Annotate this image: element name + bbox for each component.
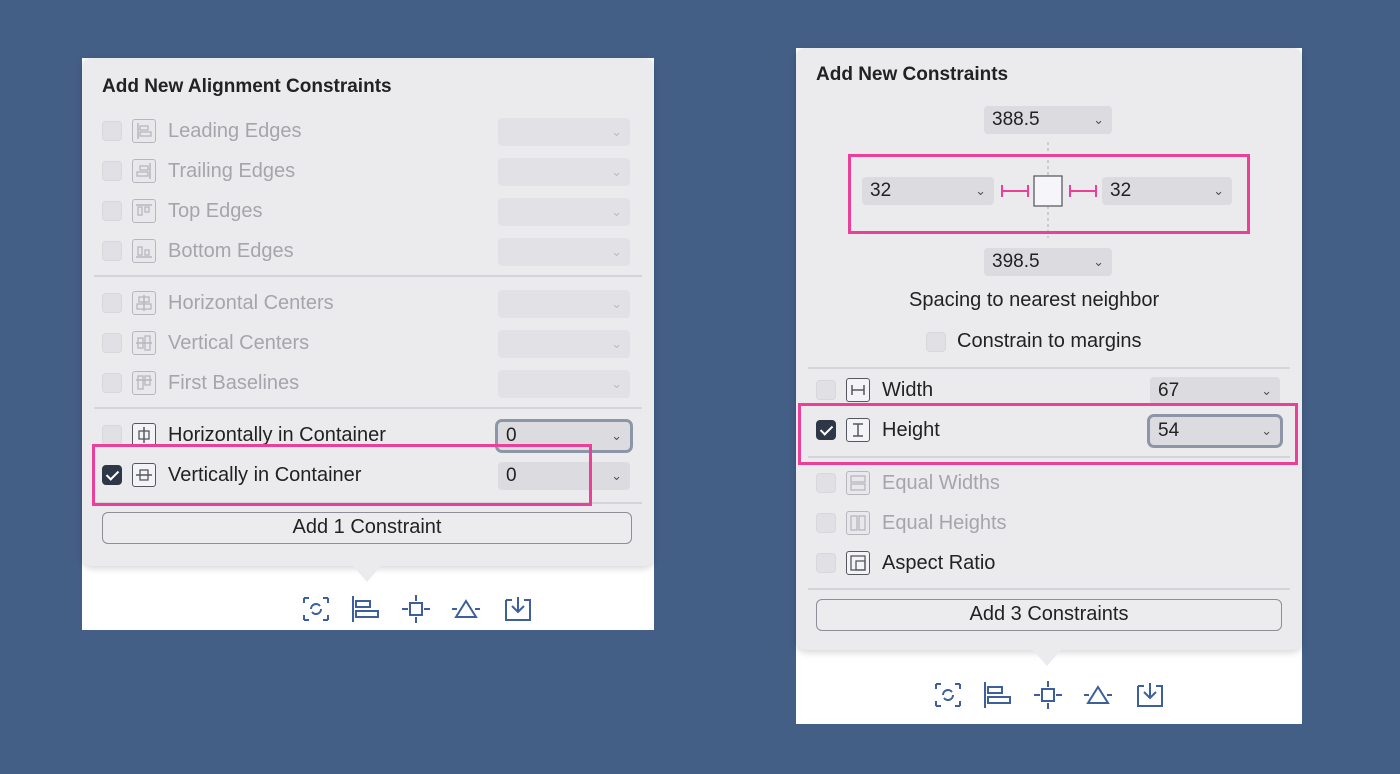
width-label: Width	[882, 379, 934, 401]
first-baselines-dropdown[interactable]: ⌄	[498, 370, 630, 398]
width-dropdown[interactable]: 67 ⌄	[1150, 377, 1280, 405]
equal-heights-icon	[846, 511, 870, 535]
add-constraints-button[interactable]: Add 3 Constraints	[816, 599, 1282, 631]
size-row-aspect-ratio[interactable]: Aspect Ratio	[796, 544, 1302, 584]
top-spacing-value: 388.5	[992, 109, 1040, 130]
popover-title: Add New Constraints	[816, 64, 1009, 85]
alignment-row-vertical-centers[interactable]: Vertical Centers ⌄	[82, 324, 654, 364]
resolve-issues-icon[interactable]	[1082, 680, 1114, 710]
bottom-edges-label: Bottom Edges	[168, 240, 294, 262]
equal-heights-label: Equal Heights	[882, 512, 1007, 534]
first-baselines-label: First Baselines	[168, 372, 300, 394]
vertical-centers-icon	[132, 331, 156, 355]
highlight-box	[798, 403, 1298, 465]
leading-edges-checkbox[interactable]	[102, 121, 122, 141]
update-frames-icon[interactable]	[300, 594, 332, 624]
top-spacing-dropdown[interactable]: 388.5 ⌄	[984, 106, 1112, 134]
popover-tail	[353, 566, 381, 582]
equal-widths-checkbox[interactable]	[816, 473, 836, 493]
leading-edges-icon	[132, 119, 156, 143]
update-frames-icon[interactable]	[932, 680, 964, 710]
horizontal-centers-dropdown[interactable]: ⌄	[498, 290, 630, 318]
chevron-down-icon: ⌄	[1093, 112, 1104, 127]
highlight-box	[848, 154, 1250, 234]
trailing-edges-dropdown[interactable]: ⌄	[498, 158, 630, 186]
section-divider	[94, 275, 642, 277]
add-alignment-constraint-button[interactable]: Add 1 Constraint	[102, 512, 632, 544]
aspect-ratio-label: Aspect Ratio	[882, 552, 996, 574]
alignment-row-trailing-edges[interactable]: Trailing Edges ⌄	[82, 152, 654, 192]
aspect-ratio-checkbox[interactable]	[816, 553, 836, 573]
trailing-edges-checkbox[interactable]	[102, 161, 122, 181]
leading-edges-label: Leading Edges	[168, 120, 302, 142]
first-baselines-icon	[132, 371, 156, 395]
section-divider	[808, 588, 1290, 590]
leading-edges-dropdown[interactable]: ⌄	[498, 118, 630, 146]
alignment-row-leading-edges[interactable]: Leading Edges ⌄	[82, 112, 654, 152]
highlight-box	[92, 444, 592, 506]
equal-widths-label: Equal Widths	[882, 472, 1000, 494]
width-checkbox[interactable]	[816, 380, 836, 400]
width-icon	[846, 378, 870, 402]
resolve-issues-icon[interactable]	[450, 594, 482, 624]
constrain-to-margins-label: Constrain to margins	[957, 330, 1142, 352]
section-divider	[94, 407, 642, 409]
bottom-spacing-value: 398.5	[992, 251, 1040, 272]
bottom-edges-dropdown[interactable]: ⌄	[498, 238, 630, 266]
constraints-popover: Add New Constraints 388.5 ⌄ 32 ⌄ 32 ⌄ 398.5…	[796, 48, 1302, 650]
vertical-centers-checkbox[interactable]	[102, 333, 122, 353]
chevron-down-icon: ⌄	[611, 204, 622, 219]
first-baselines-checkbox[interactable]	[102, 373, 122, 393]
size-row-equal-widths[interactable]: Equal Widths	[796, 464, 1302, 504]
align-icon[interactable]	[350, 594, 382, 624]
width-value: 67	[1158, 380, 1180, 401]
horizontal-centers-label: Horizontal Centers	[168, 292, 334, 314]
chevron-down-icon: ⌄	[1261, 383, 1272, 398]
chevron-down-icon: ⌄	[611, 164, 622, 179]
top-edges-icon	[132, 199, 156, 223]
trailing-edges-label: Trailing Edges	[168, 160, 296, 182]
section-divider	[808, 367, 1290, 369]
embed-in-icon[interactable]	[1134, 680, 1166, 710]
alignment-row-top-edges[interactable]: Top Edges ⌄	[82, 192, 654, 232]
horizontally-in-container-value: 0	[506, 425, 517, 446]
chevron-down-icon: ⌄	[611, 336, 622, 351]
bottom-edges-checkbox[interactable]	[102, 241, 122, 261]
chevron-down-icon: ⌄	[611, 376, 622, 391]
popover-title: Add New Alignment Constraints	[102, 76, 392, 97]
bottom-spacing-dropdown[interactable]: 398.5 ⌄	[984, 248, 1112, 276]
chevron-down-icon: ⌄	[611, 428, 622, 443]
alignment-row-bottom-edges[interactable]: Bottom Edges ⌄	[82, 232, 654, 272]
trailing-edges-icon	[132, 159, 156, 183]
equal-heights-checkbox[interactable]	[816, 513, 836, 533]
add-constraints-icon[interactable]	[400, 594, 432, 624]
top-edges-label: Top Edges	[168, 200, 263, 222]
alignment-row-horizontal-centers[interactable]: Horizontal Centers ⌄	[82, 284, 654, 324]
popover-tail	[1033, 650, 1061, 666]
horizontal-centers-icon	[132, 291, 156, 315]
top-edges-dropdown[interactable]: ⌄	[498, 198, 630, 226]
chevron-down-icon: ⌄	[611, 296, 622, 311]
horizontal-centers-checkbox[interactable]	[102, 293, 122, 313]
chevron-down-icon: ⌄	[611, 244, 622, 259]
align-icon[interactable]	[982, 680, 1014, 710]
alignment-row-first-baselines[interactable]: First Baselines ⌄	[82, 364, 654, 404]
equal-widths-icon	[846, 471, 870, 495]
horizontally-in-container-checkbox[interactable]	[102, 425, 122, 445]
aspect-ratio-icon	[846, 551, 870, 575]
chevron-down-icon: ⌄	[611, 124, 622, 139]
chevron-down-icon: ⌄	[1093, 254, 1104, 269]
chevron-down-icon: ⌄	[611, 468, 622, 483]
top-edges-checkbox[interactable]	[102, 201, 122, 221]
constrain-to-margins-checkbox[interactable]	[926, 332, 946, 352]
add-constraints-icon[interactable]	[1032, 680, 1064, 710]
embed-in-icon[interactable]	[502, 594, 534, 624]
vertical-centers-label: Vertical Centers	[168, 332, 310, 354]
spacing-caption: Spacing to nearest neighbor	[909, 289, 1160, 311]
bottom-edges-icon	[132, 239, 156, 263]
size-row-equal-heights[interactable]: Equal Heights	[796, 504, 1302, 544]
vertical-centers-dropdown[interactable]: ⌄	[498, 330, 630, 358]
